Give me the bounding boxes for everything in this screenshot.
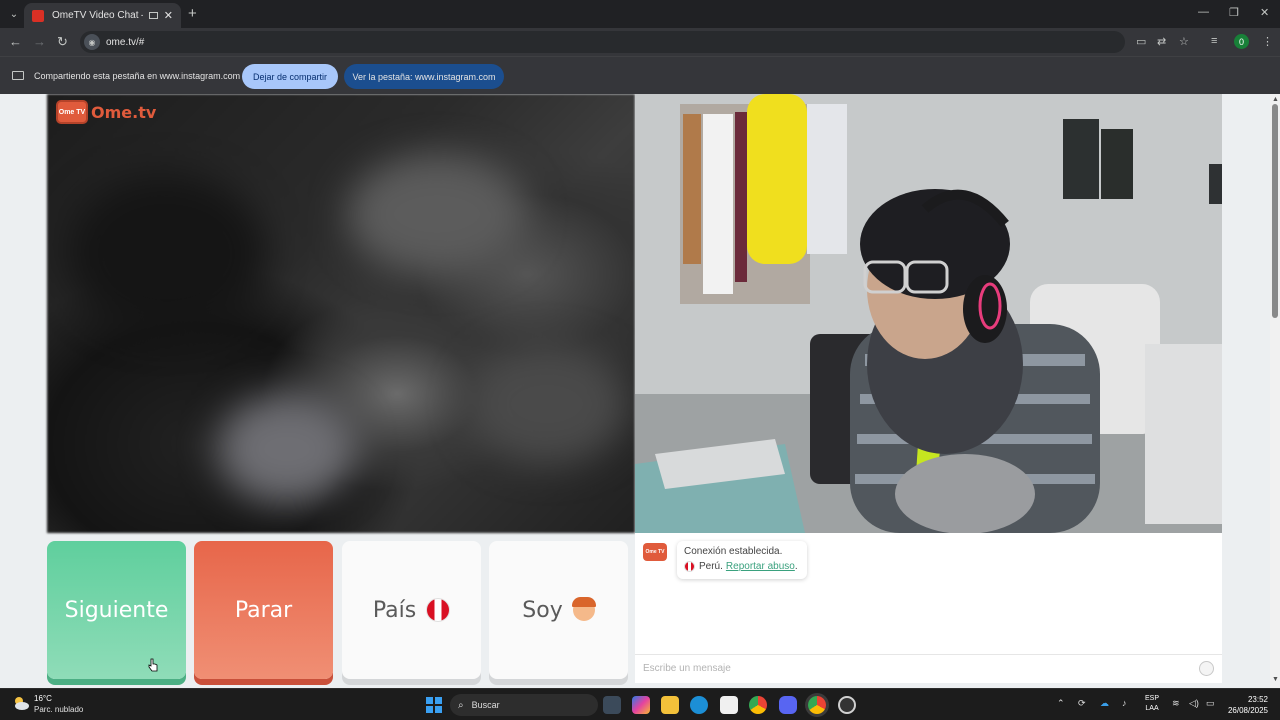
ometv-logo[interactable]: Ome TV Ome.tv <box>56 100 156 124</box>
edge-browser-icon[interactable] <box>690 696 708 714</box>
connection-status: Conexión establecida. <box>684 546 783 557</box>
translate-icon[interactable]: ⇄ <box>1157 35 1166 48</box>
file-explorer-icon[interactable] <box>661 696 679 714</box>
bookmark-star-icon[interactable]: ☆ <box>1179 35 1189 48</box>
sync-icon[interactable]: ⟳ <box>1078 698 1086 709</box>
ometv-chat-avatar-icon: Ome TV <box>643 543 667 561</box>
report-abuse-link[interactable]: Reportar abuso <box>726 561 795 572</box>
next-button-label: Siguiente <box>64 597 169 623</box>
hand-cursor-icon <box>148 658 158 672</box>
chrome-icon[interactable] <box>749 696 767 714</box>
weather-cloud-icon[interactable] <box>12 695 30 711</box>
ometv-logo-text: Ome.tv <box>91 102 157 122</box>
self-camera-video <box>635 94 1222 533</box>
message-input[interactable] <box>643 655 1183 681</box>
menu-kebab-icon[interactable]: ⋮ <box>1262 35 1273 48</box>
stop-button-label: Parar <box>234 597 293 623</box>
input-language[interactable]: ESP LAA <box>1145 694 1159 714</box>
screen-share-icon <box>12 71 24 80</box>
scrollbar-thumb[interactable] <box>1272 104 1278 318</box>
chat-panel: Ome TV Conexión establecida. Perú. Repor… <box>635 533 1222 683</box>
gender-button-label: Soy <box>522 597 563 623</box>
tab-sharing-infobar: Compartiendo esta pestaña en www.instagr… <box>0 56 1280 94</box>
scroll-up-arrow-icon[interactable]: ▲ <box>1272 96 1279 103</box>
clock-date: 26/08/2025 <box>1227 706 1268 715</box>
next-button[interactable]: Siguiente <box>47 541 186 679</box>
microphone-icon[interactable]: ♪ <box>1122 698 1127 708</box>
discord-icon[interactable] <box>779 696 797 714</box>
peru-flag-small-icon <box>684 561 695 572</box>
emoji-picker-icon[interactable] <box>1199 661 1214 676</box>
weather-description[interactable]: Parc. nublado <box>34 705 83 714</box>
minimize-icon[interactable]: — <box>1198 6 1209 18</box>
windows-taskbar: 16°C Parc. nublado ⌕ Buscar ⌃ ⟳ ☁ ♪ ESP … <box>0 688 1280 720</box>
copilot-icon[interactable] <box>632 696 650 714</box>
weather-temperature[interactable]: 16°C <box>34 694 52 703</box>
camera-scene <box>635 94 1222 533</box>
tab-title: OmeTV Video Chat — Ome <box>52 10 143 21</box>
scroll-down-arrow-icon[interactable]: ▼ <box>1272 676 1279 683</box>
system-clock[interactable]: 23:52 26/08/2025 <box>1220 694 1268 716</box>
reading-list-icon[interactable]: ≡ <box>1211 35 1217 47</box>
onedrive-cloud-icon[interactable]: ☁ <box>1100 698 1109 709</box>
clock-time: 23:52 <box>1247 695 1268 704</box>
task-view-icon[interactable] <box>603 696 621 714</box>
window-close-icon[interactable]: ✕ <box>1260 6 1269 19</box>
stranger-country: Perú. <box>699 561 723 572</box>
search-label: Buscar <box>471 700 500 710</box>
chrome-active-icon[interactable] <box>808 696 826 714</box>
tab-sharing-icon <box>148 12 158 19</box>
stranger-video <box>47 94 635 533</box>
tab-search-chevron-icon[interactable]: ⌄ <box>6 6 22 22</box>
peru-flag-icon <box>426 598 451 622</box>
report-suffix: . <box>794 561 798 572</box>
back-arrow-icon[interactable]: ← <box>9 34 22 50</box>
address-bar[interactable]: ◉ ome.tv/# <box>80 31 1125 53</box>
stop-button[interactable]: Parar <box>194 541 333 679</box>
browser-toolbar: ← → ↻ ◉ ome.tv/# ▭ ⇄ ☆ ≡ 0 ⋮ <box>0 28 1280 56</box>
gender-button[interactable]: Soy <box>489 541 628 679</box>
search-icon: ⌕ <box>458 699 464 711</box>
ometv-page: Ome TV Ome.tv Siguiente Parar País Soy O… <box>0 94 1270 688</box>
windows-start-icon[interactable] <box>426 697 442 713</box>
obs-icon[interactable] <box>838 696 856 714</box>
microsoft-store-icon[interactable] <box>720 696 738 714</box>
profile-avatar[interactable]: 0 <box>1234 34 1249 49</box>
sharing-message: Compartiendo esta pestaña en www.instagr… <box>34 71 241 81</box>
reload-icon[interactable]: ↻ <box>57 34 68 50</box>
wifi-icon[interactable]: ≋ <box>1172 698 1180 709</box>
forward-arrow-icon[interactable]: → <box>33 34 46 50</box>
tab-close-icon[interactable]: ✕ <box>164 9 173 22</box>
tab-strip: ⌄ OmeTV Video Chat — Ome ✕ + — ❐ ✕ <box>0 0 1280 28</box>
stranger-country-line: Perú. Reportar abuso . <box>684 561 800 572</box>
message-input-bar <box>635 654 1222 682</box>
volume-icon[interactable]: ◁) <box>1189 698 1199 709</box>
site-info-icon[interactable]: ◉ <box>84 34 100 50</box>
restore-icon[interactable]: ❐ <box>1229 6 1239 19</box>
country-button[interactable]: País <box>342 541 481 679</box>
new-tab-plus-icon[interactable]: + <box>188 6 197 21</box>
stop-sharing-button[interactable]: Dejar de compartir <box>242 64 338 89</box>
boy-emoji-icon <box>571 597 596 621</box>
ometv-favicon-icon <box>32 9 44 22</box>
view-shared-tab-button[interactable]: Ver la pestaña: www.instagram.com <box>344 64 504 89</box>
ometv-tv-icon: Ome TV <box>56 100 88 124</box>
system-message: Conexión establecida. Perú. Reportar abu… <box>677 541 807 579</box>
active-tab[interactable]: OmeTV Video Chat — Ome ✕ <box>24 3 181 28</box>
tray-overflow-chevron-icon[interactable]: ⌃ <box>1057 698 1065 709</box>
url-text[interactable]: ome.tv/# <box>106 37 144 48</box>
taskbar-search[interactable]: ⌕ Buscar <box>450 694 598 716</box>
cast-icon[interactable]: ▭ <box>1136 35 1146 48</box>
language-layout: LAA <box>1145 705 1159 712</box>
country-button-label: País <box>372 597 417 623</box>
battery-icon[interactable]: ▭ <box>1206 698 1215 709</box>
language-code: ESP <box>1145 695 1160 702</box>
